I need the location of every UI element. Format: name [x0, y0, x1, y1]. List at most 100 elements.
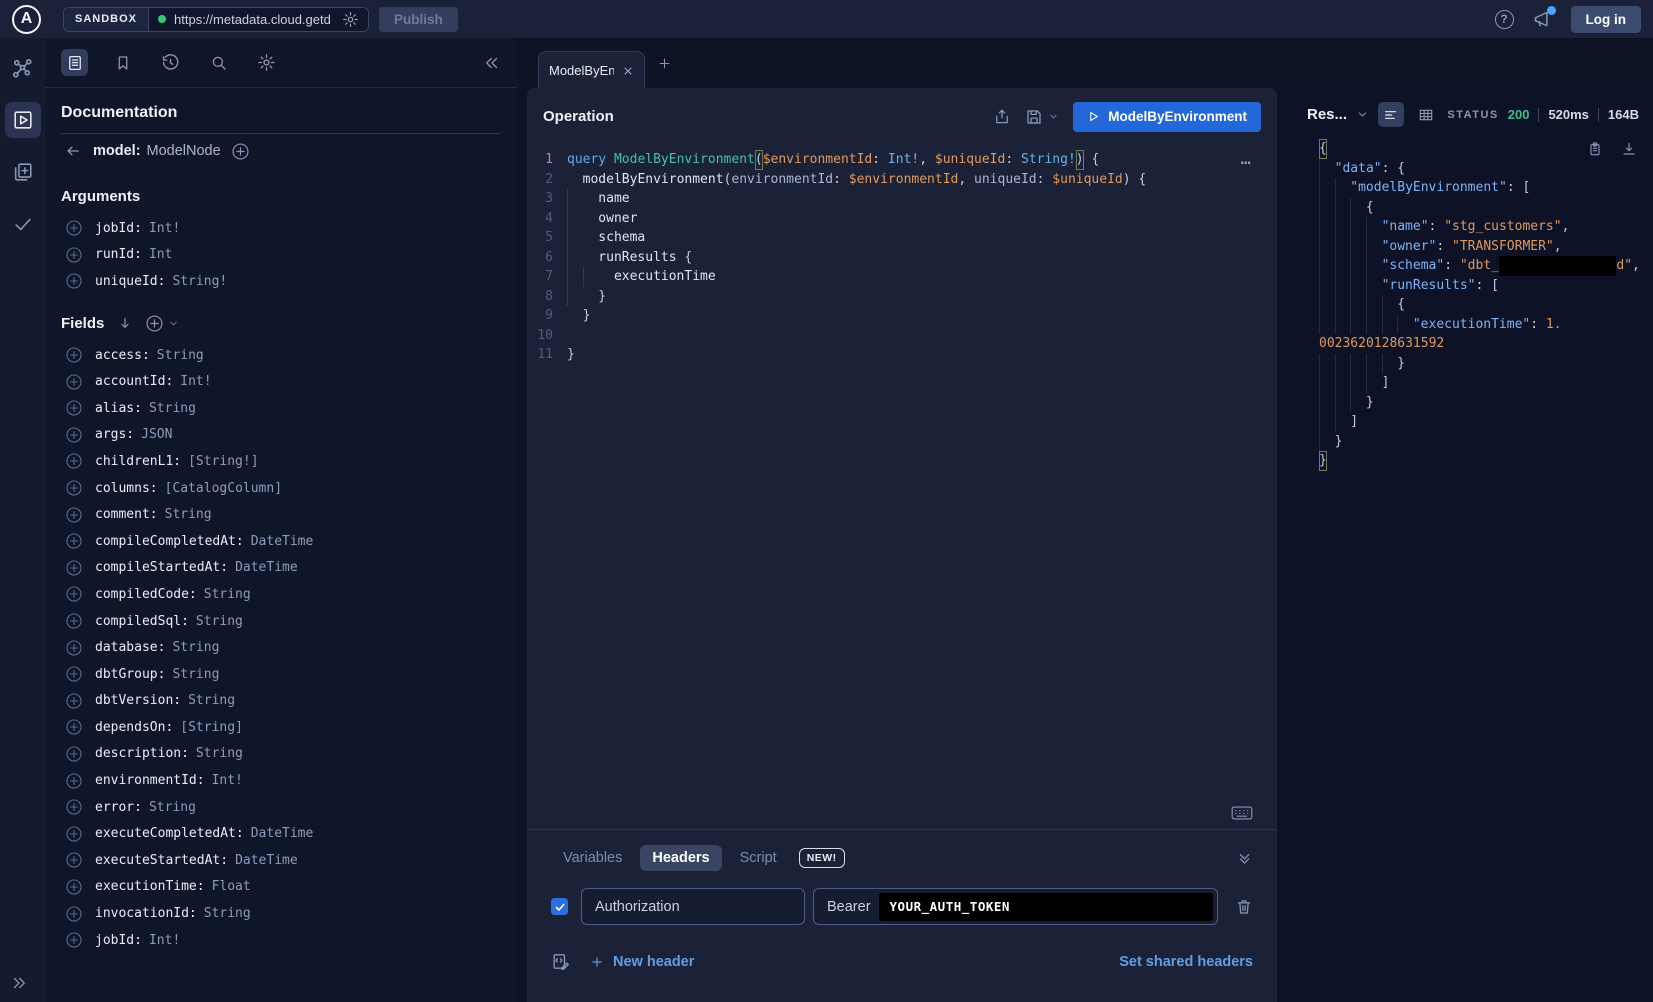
view-table-toggle[interactable] — [1413, 102, 1439, 127]
run-operation-button[interactable]: ModelByEnvironment — [1073, 102, 1261, 132]
copy-response-icon[interactable] — [1587, 141, 1603, 157]
apollo-logo-icon[interactable]: A — [12, 5, 41, 34]
add-field-icon[interactable] — [66, 719, 82, 735]
field-type[interactable]: DateTime — [235, 560, 298, 575]
field-type[interactable]: String — [196, 746, 243, 761]
query-editor[interactable]: 1query ModelByEnvironment($environmentId… — [527, 145, 1277, 829]
add-field-icon[interactable] — [66, 347, 82, 363]
field-name[interactable]: uniqueId: — [95, 274, 165, 289]
field-type[interactable]: Float — [212, 879, 251, 894]
rail-item-checks[interactable] — [5, 206, 41, 242]
add-field-icon[interactable] — [66, 932, 82, 948]
field-type[interactable]: String — [172, 640, 219, 655]
endpoint-settings-gear-icon[interactable] — [342, 11, 359, 28]
add-field-icon[interactable] — [66, 586, 82, 602]
field-name[interactable]: error: — [95, 800, 142, 815]
field-type[interactable]: [CatalogColumn] — [165, 481, 282, 496]
tab-variables[interactable]: Variables — [551, 845, 634, 871]
add-field-icon[interactable] — [66, 247, 82, 263]
back-arrow-icon[interactable] — [64, 142, 82, 160]
field-name[interactable]: columns: — [95, 481, 158, 496]
tab-headers[interactable]: Headers — [640, 845, 721, 871]
header-value-input[interactable]: Bearer YOUR_AUTH_TOKEN — [813, 888, 1218, 925]
response-dropdown-chevron-icon[interactable] — [1356, 108, 1369, 121]
field-type[interactable]: Int — [149, 247, 172, 262]
edit-raw-headers-icon[interactable] — [551, 952, 570, 971]
login-button[interactable]: Log in — [1571, 6, 1642, 33]
tool-settings[interactable] — [253, 49, 280, 76]
add-field-icon[interactable] — [66, 666, 82, 682]
field-type[interactable]: String — [165, 507, 212, 522]
download-response-icon[interactable] — [1621, 141, 1637, 157]
field-name[interactable]: access: — [95, 348, 150, 363]
add-field-icon[interactable] — [66, 879, 82, 895]
field-name[interactable]: compileStartedAt: — [95, 560, 228, 575]
field-type[interactable]: DateTime — [251, 826, 314, 841]
collapse-bottom-panel-icon[interactable] — [1236, 850, 1253, 867]
tool-documentation[interactable] — [61, 49, 88, 76]
add-field-icon[interactable] — [66, 693, 82, 709]
field-type[interactable]: String — [157, 348, 204, 363]
keyboard-shortcuts-icon[interactable] — [1231, 805, 1253, 821]
field-name[interactable]: accountId: — [95, 374, 173, 389]
add-type-icon[interactable] — [232, 143, 249, 160]
endpoint-url-segment[interactable]: https://metadata.cloud.getd — [149, 8, 368, 31]
field-type[interactable]: JSON — [141, 427, 172, 442]
save-icon[interactable] — [1025, 108, 1059, 126]
add-field-icon[interactable] — [66, 613, 82, 629]
sort-fields-icon[interactable] — [117, 315, 133, 331]
add-field-icon[interactable] — [66, 799, 82, 815]
expand-rail-icon[interactable] — [10, 974, 28, 992]
field-name[interactable]: executeStartedAt: — [95, 853, 228, 868]
new-header-button[interactable]: New header — [590, 954, 694, 970]
field-name[interactable]: database: — [95, 640, 165, 655]
field-name[interactable]: dependsOn: — [95, 720, 173, 735]
field-name[interactable]: executeCompletedAt: — [95, 826, 244, 841]
field-name[interactable]: jobId: — [95, 221, 142, 236]
help-icon[interactable]: ? — [1495, 10, 1514, 29]
add-field-icon[interactable] — [66, 533, 82, 549]
field-type[interactable]: [String!] — [188, 454, 258, 469]
add-field-icon[interactable] — [66, 826, 82, 842]
add-all-fields-icon[interactable] — [146, 315, 179, 332]
operation-tab[interactable]: ModelByEnvi... — [538, 51, 645, 89]
add-field-icon[interactable] — [66, 400, 82, 416]
collapse-doc-panel-icon[interactable] — [483, 54, 501, 72]
breadcrumb-type[interactable]: ModelNode — [147, 143, 221, 159]
field-name[interactable]: dbtGroup: — [95, 667, 165, 682]
field-name[interactable]: compiledCode: — [95, 587, 197, 602]
rail-item-explorer[interactable] — [5, 102, 41, 138]
publish-button[interactable]: Publish — [379, 7, 458, 32]
header-key-input[interactable] — [581, 888, 805, 925]
add-field-icon[interactable] — [66, 640, 82, 656]
add-field-icon[interactable] — [66, 273, 82, 289]
field-name[interactable]: description: — [95, 746, 189, 761]
field-type[interactable]: Int! — [149, 221, 180, 236]
field-name[interactable]: childrenL1: — [95, 454, 181, 469]
field-type[interactable]: String — [149, 800, 196, 815]
field-type[interactable]: String — [204, 587, 251, 602]
field-type[interactable]: DateTime — [235, 853, 298, 868]
add-field-icon[interactable] — [66, 560, 82, 576]
add-field-icon[interactable] — [66, 427, 82, 443]
auth-token-redacted[interactable]: YOUR_AUTH_TOKEN — [879, 893, 1213, 921]
field-type[interactable]: String — [149, 401, 196, 416]
field-name[interactable]: args: — [95, 427, 134, 442]
header-enabled-checkbox[interactable] — [551, 898, 568, 915]
close-tab-icon[interactable] — [622, 65, 634, 77]
field-name[interactable]: runId: — [95, 247, 142, 262]
add-field-icon[interactable] — [66, 773, 82, 789]
field-type[interactable]: String — [172, 667, 219, 682]
field-type[interactable]: String — [188, 693, 235, 708]
field-type[interactable]: String — [196, 614, 243, 629]
add-field-icon[interactable] — [66, 453, 82, 469]
field-type[interactable]: String — [204, 906, 251, 921]
tool-history[interactable] — [157, 49, 184, 76]
field-type[interactable]: [String] — [180, 720, 243, 735]
field-name[interactable]: dbtVersion: — [95, 693, 181, 708]
field-name[interactable]: comment: — [95, 507, 158, 522]
field-type[interactable]: Int! — [180, 374, 211, 389]
add-field-icon[interactable] — [66, 374, 82, 390]
field-name[interactable]: compiledSql: — [95, 614, 189, 629]
response-title[interactable]: Res... — [1307, 106, 1347, 123]
